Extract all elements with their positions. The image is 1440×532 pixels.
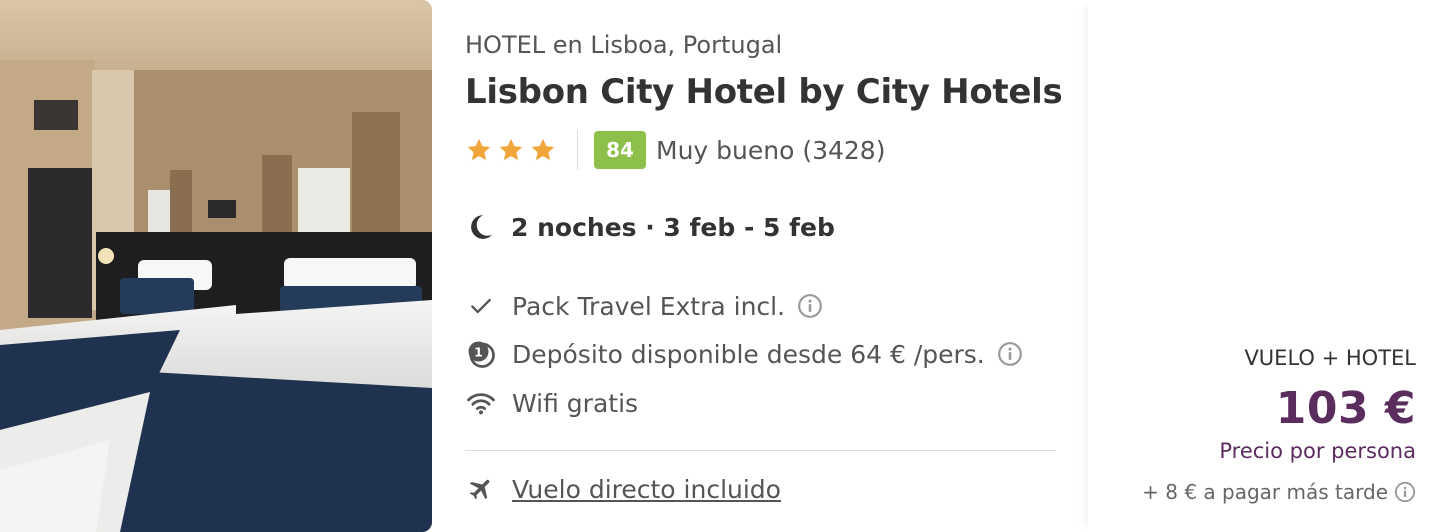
wifi-icon: [465, 387, 497, 419]
rating-divider: [577, 130, 578, 170]
hotel-category-location: HOTEL en Lisboa, Portugal: [465, 31, 783, 59]
flight-info: Vuelo directo incluido: [465, 472, 781, 506]
pay-later-text: + 8 € a pagar más tarde: [1142, 480, 1388, 504]
plane-icon: [465, 473, 497, 505]
star-icon: [531, 138, 555, 161]
pay-later-note: + 8 € a pagar más tarde: [1142, 480, 1416, 504]
feature-wifi-text: Wifi gratis: [512, 388, 639, 418]
rating-row: 84 Muy bueno (3428): [465, 130, 885, 170]
feature-wifi: Wifi gratis: [465, 386, 638, 420]
direct-flight-link[interactable]: Vuelo directo incluido: [512, 475, 781, 504]
stay-dates-text: 2 noches · 3 feb - 5 feb: [511, 212, 835, 242]
hotel-info: HOTEL en Lisboa, Portugal Lisbon City Ho…: [465, 0, 1065, 532]
feature-deposit: 1 Depósito disponible desde 64 € /pers.: [465, 337, 1023, 371]
info-icon[interactable]: [1394, 481, 1416, 503]
price-panel: VUELO + HOTEL 103 € Precio por persona +…: [1088, 0, 1440, 532]
review-score-badge[interactable]: 84: [594, 131, 646, 169]
svg-text:1: 1: [474, 345, 483, 360]
star-rating: [465, 136, 557, 164]
hotel-offer-card[interactable]: HOTEL en Lisboa, Portugal Lisbon City Ho…: [0, 0, 1440, 532]
star-icon: [467, 138, 491, 161]
stay-dates: 2 noches · 3 feb - 5 feb: [465, 210, 835, 244]
feature-pack-travel-text: Pack Travel Extra incl.: [512, 291, 786, 321]
price-per-person-label: Precio por persona: [1219, 439, 1416, 463]
info-icon[interactable]: [997, 341, 1023, 367]
moon-icon: [471, 215, 492, 239]
info-icon[interactable]: [797, 293, 823, 319]
section-divider: [465, 450, 1056, 451]
feature-pack-travel: Pack Travel Extra incl.: [465, 289, 823, 323]
check-icon: [465, 290, 497, 322]
review-score-text[interactable]: Muy bueno (3428): [656, 136, 885, 165]
hotel-room-image: [0, 0, 432, 532]
feature-deposit-text: Depósito disponible desde 64 € /pers.: [512, 339, 985, 369]
package-type-label: VUELO + HOTEL: [1244, 346, 1416, 370]
hotel-photo[interactable]: [0, 0, 432, 532]
star-icon: [499, 138, 523, 161]
price-amount[interactable]: 103 €: [1276, 383, 1416, 434]
deposit-icon: 1: [465, 338, 497, 370]
hotel-name[interactable]: Lisbon City Hotel by City Hotels: [465, 72, 1063, 112]
